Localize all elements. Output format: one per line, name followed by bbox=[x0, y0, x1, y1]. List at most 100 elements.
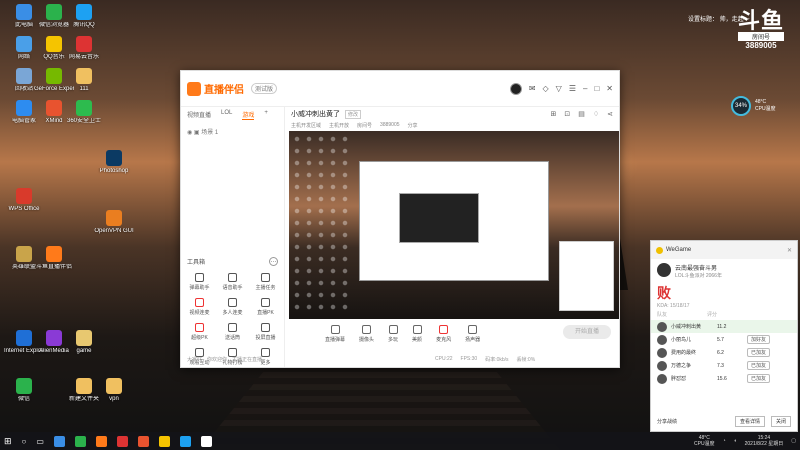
taskbar-app-icon[interactable] bbox=[200, 435, 212, 447]
teammate-name: 万德之争 bbox=[671, 363, 692, 369]
taskbar-app-icon[interactable] bbox=[53, 435, 65, 447]
control-label: 多玩 bbox=[388, 337, 399, 343]
room-meta-item: 房间号 bbox=[357, 123, 373, 129]
start-button[interactable]: ⊞ bbox=[4, 436, 12, 447]
close-icon[interactable]: ✕ bbox=[606, 84, 613, 93]
stream-control[interactable]: 多玩 bbox=[388, 325, 398, 343]
tab-lol[interactable]: LOL bbox=[221, 110, 232, 120]
wegame-panel: WeGame ✕ 云南最强奋斗男 LOL斗鱼派对 2066年 败 KDA: 15… bbox=[650, 240, 798, 432]
share-record-link[interactable]: 分享战绩 bbox=[657, 418, 677, 425]
tool-item[interactable]: 送话筒 bbox=[216, 323, 249, 341]
control-icon bbox=[362, 325, 372, 334]
tool-label: 超级PK bbox=[191, 335, 208, 341]
message-icon[interactable]: ✉ bbox=[529, 84, 536, 93]
tab-video-live[interactable]: 视频直播 bbox=[187, 110, 211, 120]
wegame-header: WeGame ✕ bbox=[651, 241, 797, 259]
desktop-icon[interactable]: game bbox=[64, 330, 104, 355]
taskbar-app-icon[interactable] bbox=[116, 435, 128, 447]
add-friend-button[interactable]: 已加友 bbox=[747, 374, 771, 383]
control-icon bbox=[330, 325, 340, 334]
stream-controls: 直播弹幕 摄像头 多玩 美颜 麦克风 扬声器 bbox=[325, 325, 480, 343]
desktop-icon[interactable]: 斗鱼直播伴侣 bbox=[34, 246, 74, 271]
network-icon[interactable]: ◔ bbox=[723, 438, 726, 444]
bag-icon[interactable]: ⊞ bbox=[550, 110, 556, 118]
lock-icon[interactable]: ⊡ bbox=[564, 110, 570, 118]
app-icon bbox=[106, 210, 122, 226]
cpu-usage-circle: 34% bbox=[731, 96, 751, 116]
douyu-room-badge: 斗鱼 房间号 3889005 bbox=[738, 10, 785, 50]
app-icon bbox=[16, 378, 32, 394]
taskbar-app-icon[interactable] bbox=[74, 435, 86, 447]
share-icon[interactable]: ⋖ bbox=[607, 110, 613, 118]
control-icon bbox=[468, 325, 478, 334]
minimize-icon[interactable]: – bbox=[583, 84, 587, 93]
stream-control[interactable]: 麦克风 bbox=[436, 325, 451, 343]
taskbar-app-icon[interactable] bbox=[158, 435, 170, 447]
add-friend-button[interactable]: 已加友 bbox=[747, 361, 771, 370]
filter-icon[interactable]: ▽ bbox=[556, 84, 562, 93]
maximize-icon[interactable]: □ bbox=[594, 84, 599, 93]
gift-icon[interactable]: ◇ bbox=[543, 84, 549, 93]
add-tab-icon[interactable]: + bbox=[264, 110, 268, 120]
desktop-icon[interactable]: OpenVPN GUI bbox=[94, 210, 134, 235]
tool-item[interactable]: 主播任务 bbox=[249, 273, 282, 291]
desktop-icon[interactable]: 网易云音乐 bbox=[64, 36, 104, 61]
eye-icon[interactable]: ◉ bbox=[187, 130, 192, 136]
lock-icon[interactable]: ▣ bbox=[194, 130, 200, 136]
bell-icon[interactable]: ♢ bbox=[593, 110, 599, 118]
desktop-icon[interactable]: WPS Office bbox=[4, 188, 44, 213]
tool-item[interactable]: 直播PK bbox=[249, 298, 282, 316]
tool-item[interactable]: 投屏直播 bbox=[249, 323, 282, 341]
tool-item[interactable]: 弹幕助手 bbox=[183, 273, 216, 291]
taskbar-app-icon[interactable] bbox=[179, 435, 191, 447]
douyu-room-id: 3889005 bbox=[745, 41, 777, 50]
close-icon[interactable]: ✕ bbox=[787, 247, 792, 254]
desktop-icon[interactable]: 360安全卫士 bbox=[64, 100, 104, 125]
task-view-icon[interactable]: ▭ bbox=[36, 437, 44, 446]
add-friend-button[interactable]: 加好友 bbox=[747, 335, 771, 344]
user-avatar[interactable] bbox=[509, 82, 522, 95]
desktop-icon[interactable]: 微信 bbox=[4, 378, 44, 403]
tool-item[interactable]: 视频连麦 bbox=[183, 298, 216, 316]
stream-control[interactable]: 扬声器 bbox=[465, 325, 480, 343]
douyu-room-label: 房间号 bbox=[738, 32, 785, 41]
details-button[interactable]: 查看详情 bbox=[734, 416, 765, 427]
save-icon[interactable]: ▤ bbox=[578, 110, 585, 118]
tool-label: 视频连麦 bbox=[189, 310, 210, 316]
teammate-columns: 队友 评分 bbox=[651, 309, 797, 320]
stream-control[interactable]: 摄像头 bbox=[359, 325, 374, 343]
go-live-button[interactable]: 开始直播 bbox=[563, 325, 611, 339]
scene-row[interactable]: ◉ ▣ 场景 1 bbox=[181, 123, 284, 140]
add-friend-button[interactable]: 已加友 bbox=[747, 348, 771, 357]
notification-icon[interactable]: ▢ bbox=[791, 438, 796, 444]
edit-title-button[interactable]: 修改 bbox=[345, 109, 362, 119]
desktop-icon[interactable]: 111 bbox=[64, 68, 104, 93]
stream-preview[interactable] bbox=[289, 131, 619, 319]
stream-control[interactable]: 美颜 bbox=[412, 325, 422, 343]
room-title-row: 小威冲刺出黄了 修改 ⊞ ⊡ ▤ ♢ ⋖ bbox=[285, 107, 619, 121]
taskbar-app-icon[interactable] bbox=[137, 435, 149, 447]
tool-label: 语音助手 bbox=[222, 285, 243, 291]
clock[interactable]: 15:24 2021/8/22 星期日 bbox=[745, 435, 784, 447]
tool-label: 主播任务 bbox=[255, 285, 276, 291]
tool-icon bbox=[195, 323, 204, 332]
column-header: 队友 bbox=[657, 312, 668, 318]
tool-item[interactable]: 多人连麦 bbox=[216, 298, 249, 316]
desktop-icon[interactable]: vpn bbox=[94, 378, 134, 403]
volume-icon[interactable]: ◖ bbox=[734, 438, 737, 444]
tool-item[interactable]: 超级PK bbox=[183, 323, 216, 341]
tool-item[interactable]: 语音助手 bbox=[216, 273, 249, 291]
tool-label: 送话筒 bbox=[224, 335, 240, 341]
cpu-monitor-widget[interactable]: 34% 48°C CPU温度 bbox=[731, 96, 776, 116]
desktop-icon-label: 斗鱼直播伴侣 bbox=[35, 264, 72, 270]
desktop-icon[interactable]: 腾讯QQ bbox=[64, 4, 104, 29]
close-button[interactable]: 关闭 bbox=[770, 416, 791, 427]
taskbar-app-icon[interactable] bbox=[95, 435, 107, 447]
desktop-icon[interactable]: Photoshop bbox=[94, 150, 134, 175]
search-icon[interactable]: ○ bbox=[22, 437, 27, 446]
menu-icon[interactable]: ☰ bbox=[569, 84, 576, 93]
status-item: 丢帧:0% bbox=[516, 357, 536, 363]
tab-game[interactable]: 游戏 bbox=[242, 110, 255, 120]
stream-control[interactable]: 直播弹幕 bbox=[325, 325, 345, 343]
toolbox-add-icon[interactable]: … bbox=[269, 257, 278, 266]
